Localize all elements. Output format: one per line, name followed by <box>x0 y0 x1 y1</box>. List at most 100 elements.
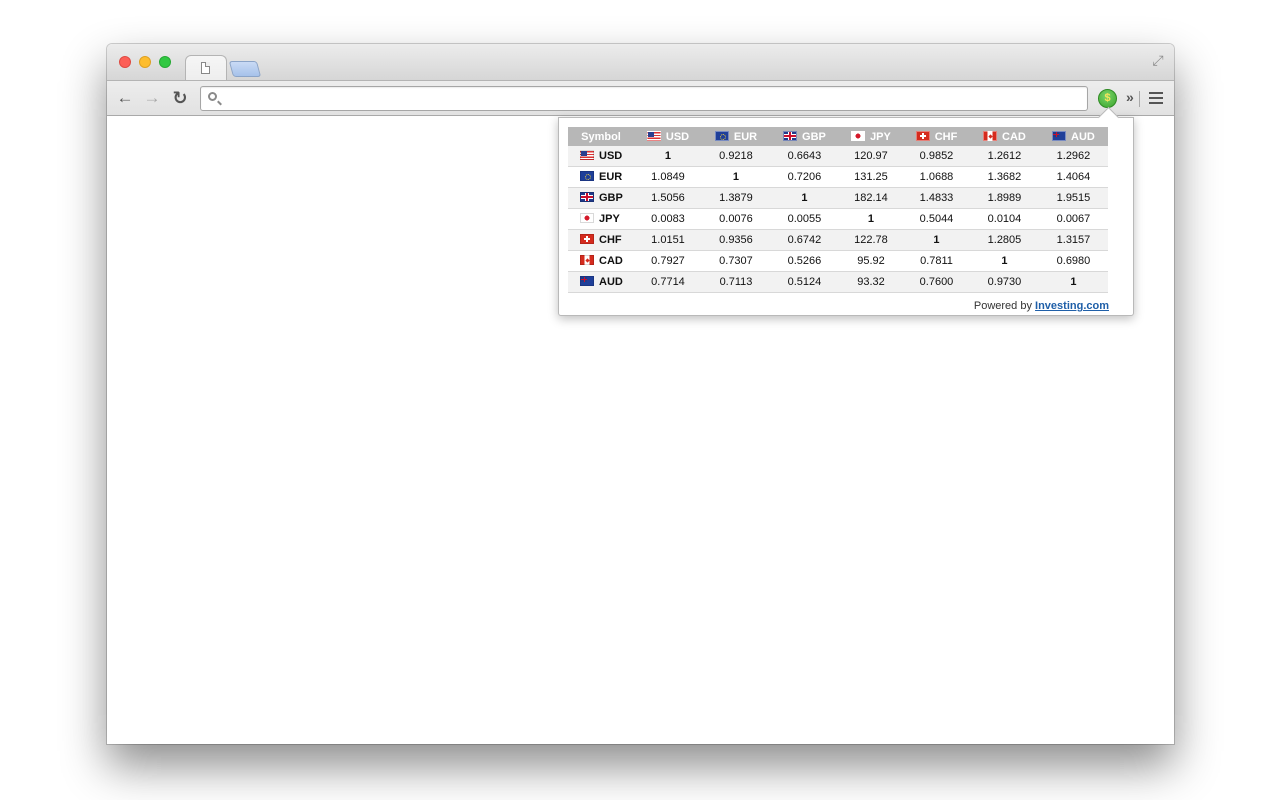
uk-flag-icon <box>783 130 798 141</box>
australia-flag-icon <box>580 276 594 286</box>
rate-cell: 93.32 <box>838 271 903 293</box>
table-row: CHF 1.0151 0.9356 0.6742 122.78 1 1.2805 1.3157 <box>568 229 1108 251</box>
column-header-label: GBP <box>802 130 826 143</box>
column-header-label: AUD <box>1071 130 1095 143</box>
hamburger-menu-icon[interactable] <box>1149 92 1163 104</box>
column-header: CHF <box>903 127 970 146</box>
rate-cell: 0.5044 <box>903 208 970 230</box>
row-symbol-cell: CHF <box>568 229 634 251</box>
rate-cell: 0.7927 <box>634 250 702 272</box>
row-symbol-cell: CAD <box>568 250 634 272</box>
rate-cell: 1 <box>769 187 839 209</box>
rate-cell: 95.92 <box>838 250 903 272</box>
rate-cell: 0.0083 <box>634 208 702 230</box>
column-header-label: EUR <box>733 130 758 143</box>
row-symbol-label: AUD <box>599 276 623 288</box>
eu-flag-icon <box>580 171 594 181</box>
us-flag-icon <box>646 130 661 141</box>
column-header: USD <box>634 127 702 146</box>
address-bar[interactable] <box>200 86 1088 111</box>
rate-cell: 1.8989 <box>969 187 1039 209</box>
address-input[interactable] <box>223 89 1077 110</box>
rate-cell: 182.14 <box>838 187 903 209</box>
row-symbol-cell: USD <box>568 146 634 167</box>
rate-cell: 1 <box>838 208 903 230</box>
table-row: USD 1 0.9218 0.6643 120.97 0.9852 1.2612 1.2962 <box>568 146 1108 167</box>
rate-cell: 0.5124 <box>769 271 839 293</box>
rate-cell: 0.6980 <box>1038 250 1108 272</box>
rate-cell: 0.7113 <box>701 271 770 293</box>
toolbar: ← → ↻ $ » <box>107 80 1174 116</box>
new-tab-button[interactable] <box>228 61 262 77</box>
japan-flag-icon <box>580 213 594 223</box>
rate-cell: 0.6643 <box>769 146 839 167</box>
close-window-button[interactable] <box>119 56 131 68</box>
extensions-overflow-button[interactable]: » <box>1126 89 1134 105</box>
rate-cell: 0.9730 <box>969 271 1039 293</box>
exchange-rate-table: Symbol USD EUR GBP JPY CHF CAD AUD USD 1 0… <box>568 127 1108 293</box>
fullscreen-icon[interactable]: ⤢ <box>1150 52 1166 68</box>
forward-arrow-icon[interactable]: → <box>142 88 162 108</box>
reload-icon[interactable]: ↻ <box>170 88 190 108</box>
rate-cell: 0.7206 <box>769 166 839 188</box>
rate-cell: 122.78 <box>838 229 903 251</box>
back-arrow-icon[interactable]: ← <box>115 88 135 108</box>
row-symbol-label: GBP <box>599 192 623 204</box>
rate-cell: 0.7811 <box>903 250 970 272</box>
column-header-label: CHF <box>934 130 958 143</box>
rate-cell: 1.4833 <box>903 187 970 209</box>
investing-link[interactable]: Investing.com <box>1035 300 1109 312</box>
toolbar-divider <box>1139 91 1140 107</box>
table-row: GBP 1.5056 1.3879 1 182.14 1.4833 1.8989 1.9515 <box>568 187 1108 209</box>
rate-cell: 0.5266 <box>769 250 839 272</box>
powered-by-text: Powered by <box>973 300 1032 312</box>
switzerland-flag-icon <box>580 234 594 244</box>
table-row: AUD 0.7714 0.7113 0.5124 93.32 0.7600 0.9730 1 <box>568 271 1108 293</box>
rate-cell: 1.2805 <box>969 229 1039 251</box>
rate-cell: 0.0067 <box>1038 208 1108 230</box>
rate-cell: 0.9356 <box>701 229 770 251</box>
zoom-window-button[interactable] <box>159 56 171 68</box>
rate-cell: 0.0055 <box>769 208 839 230</box>
row-symbol-cell: AUD <box>568 271 634 293</box>
row-symbol-cell: JPY <box>568 208 634 230</box>
row-symbol-label: CAD <box>599 255 623 267</box>
column-header-label: JPY <box>870 130 891 143</box>
search-icon <box>208 92 217 101</box>
rate-cell: 1.5056 <box>634 187 702 209</box>
column-header-label: USD <box>665 130 690 143</box>
table-row: CAD 0.7927 0.7307 0.5266 95.92 0.7811 1 0.6980 <box>568 250 1108 272</box>
row-symbol-label: JPY <box>599 213 620 225</box>
rate-cell: 0.9852 <box>903 146 970 167</box>
column-header: EUR <box>701 127 770 146</box>
browser-tab[interactable] <box>185 55 227 82</box>
rate-cell: 1 <box>634 146 702 167</box>
rate-cell: 1.0849 <box>634 166 702 188</box>
rate-cell: 1.3682 <box>969 166 1039 188</box>
minimize-window-button[interactable] <box>139 56 151 68</box>
rate-cell: 1 <box>1038 271 1108 293</box>
canada-flag-icon <box>983 130 998 141</box>
column-header: AUD <box>1038 127 1108 146</box>
column-header: JPY <box>838 127 903 146</box>
title-bar: ⤢ <box>107 44 1174 82</box>
currency-popup: Symbol USD EUR GBP JPY CHF CAD AUD USD 1 0… <box>558 106 1134 316</box>
rate-cell: 131.25 <box>838 166 903 188</box>
us-flag-icon <box>580 150 594 160</box>
dollar-coin-icon[interactable]: $ <box>1098 89 1117 108</box>
row-symbol-label: CHF <box>599 234 622 246</box>
rate-cell: 1.3879 <box>701 187 770 209</box>
rate-cell: 1 <box>701 166 770 188</box>
rate-cell: 0.7307 <box>701 250 770 272</box>
table-row: JPY 0.0083 0.0076 0.0055 1 0.5044 0.0104 0.0067 <box>568 208 1108 230</box>
attribution: Powered by Investing.com <box>974 300 1109 312</box>
rate-cell: 0.0076 <box>701 208 770 230</box>
row-symbol-label: EUR <box>599 171 623 183</box>
rate-cell: 1.9515 <box>1038 187 1108 209</box>
column-header-label: CAD <box>1002 130 1026 143</box>
canada-flag-icon <box>580 255 594 265</box>
symbol-header: Symbol <box>568 127 634 146</box>
australia-flag-icon <box>1052 130 1067 141</box>
rate-cell: 0.6742 <box>769 229 839 251</box>
rate-cell: 1.2612 <box>969 146 1039 167</box>
